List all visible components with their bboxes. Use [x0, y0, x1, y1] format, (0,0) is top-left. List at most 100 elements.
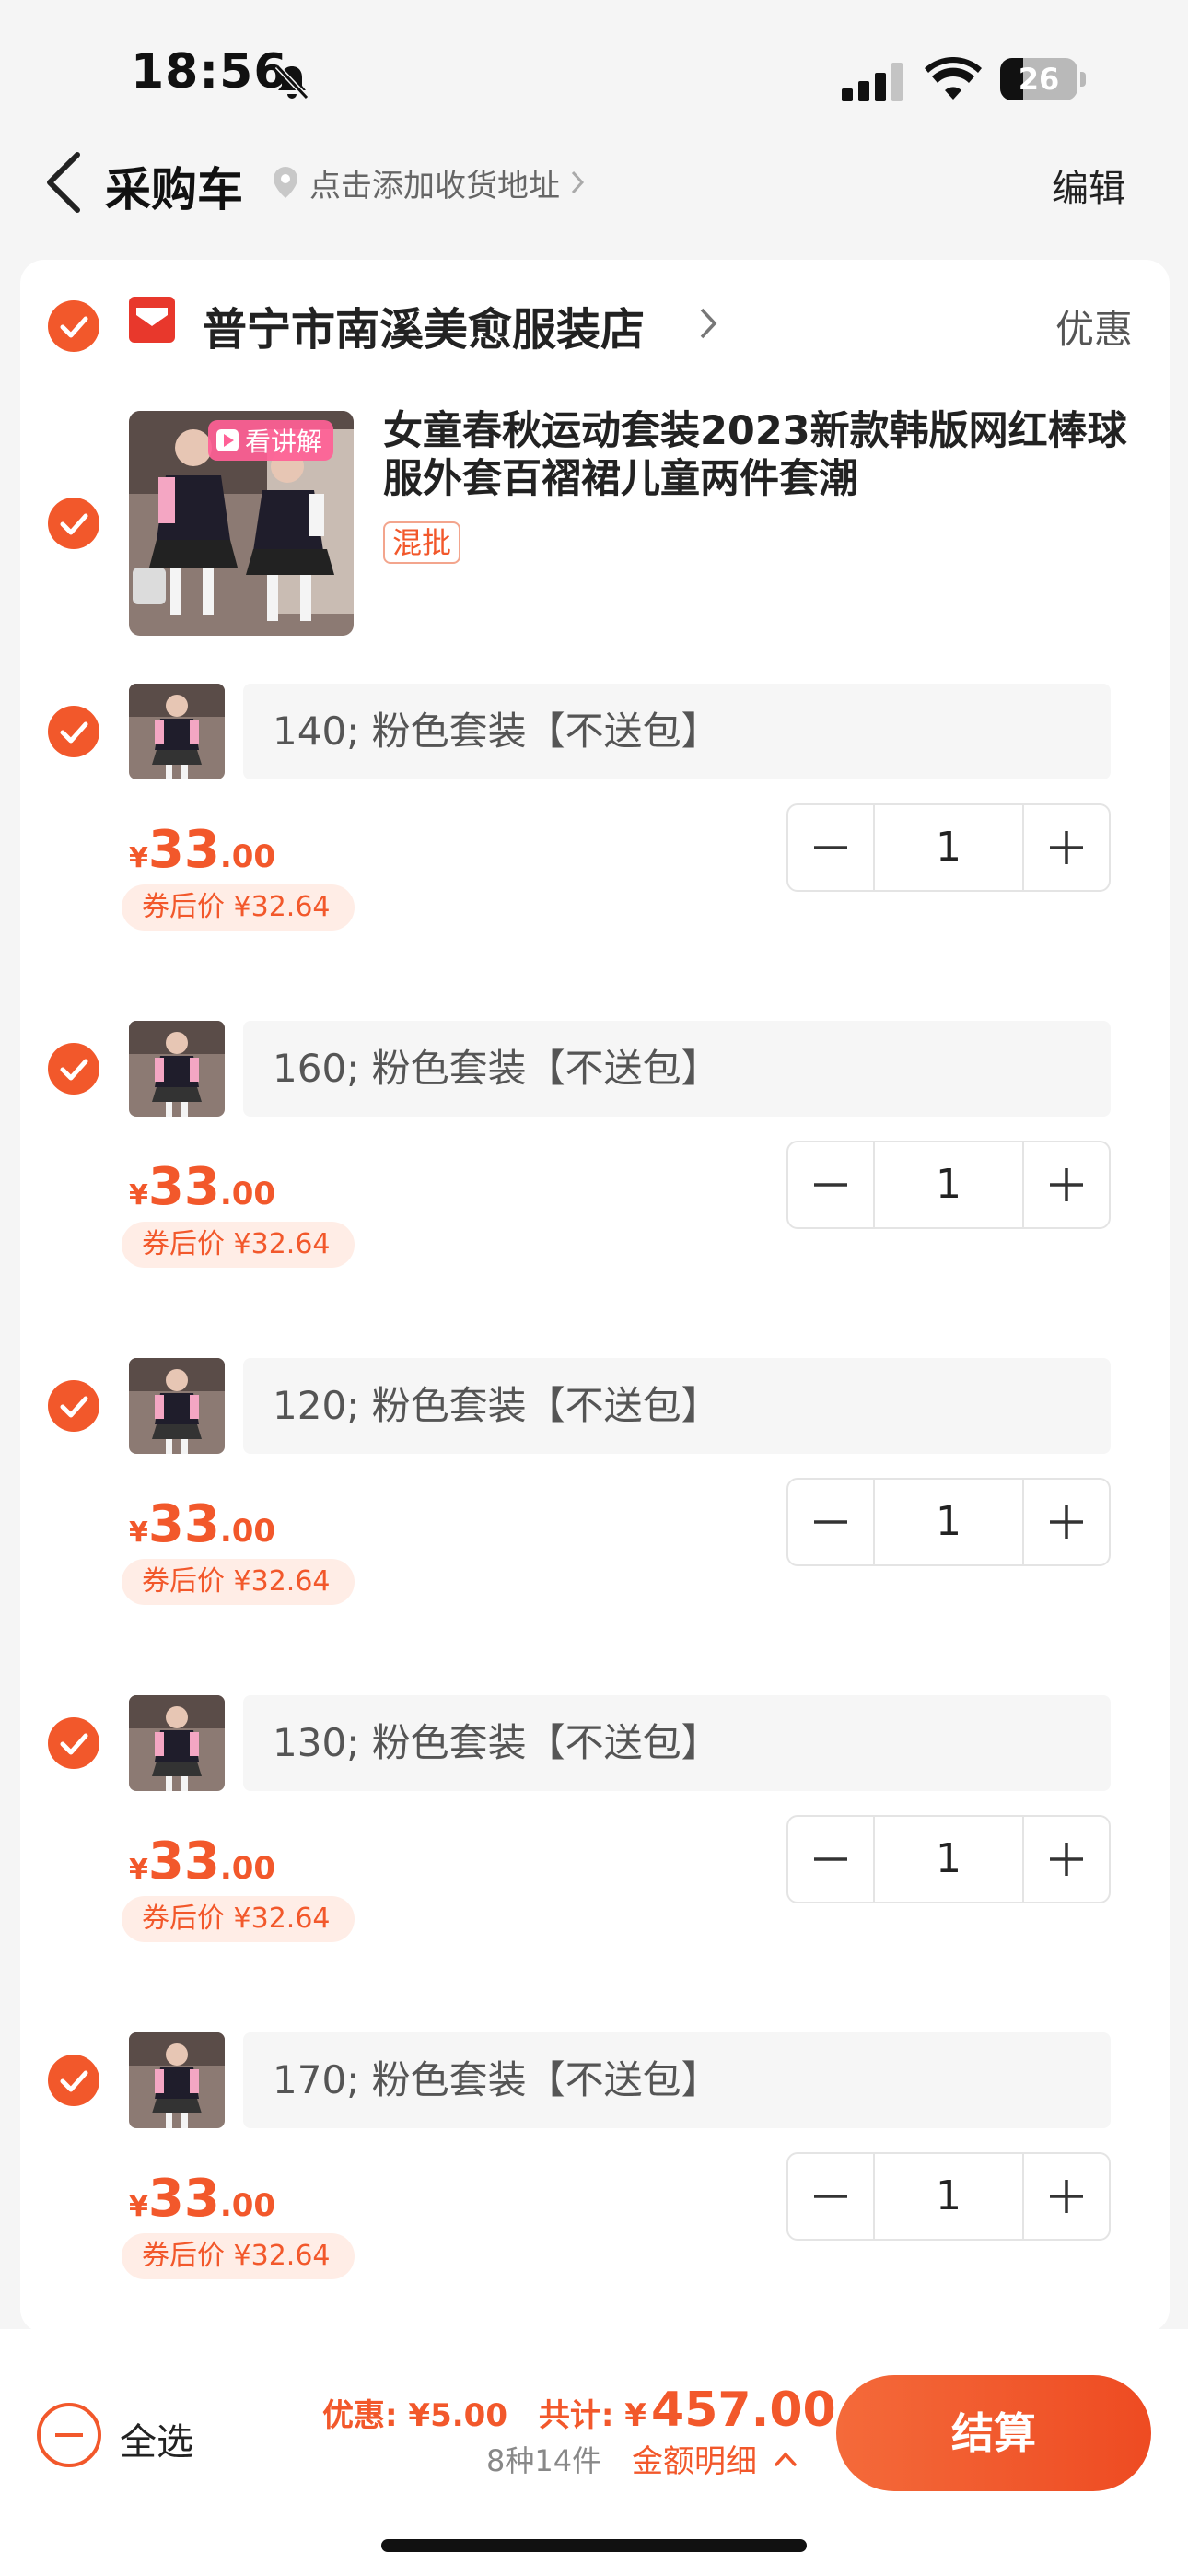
- increase-button[interactable]: [1024, 2154, 1109, 2239]
- chevron-right-icon[interactable]: [698, 306, 718, 341]
- increase-button[interactable]: [1024, 1480, 1109, 1564]
- sku-thumbnail[interactable]: [129, 1021, 225, 1117]
- coupon-price-badge: 券后价 ¥32.64: [122, 884, 355, 931]
- sku-spec[interactable]: 170; 粉色套装【不送包】: [243, 2032, 1111, 2128]
- sku-spec[interactable]: 120; 粉色套装【不送包】: [243, 1358, 1111, 1454]
- sku-thumbnail[interactable]: [129, 2032, 225, 2128]
- store-card: 普宁市南溪美愈服装店 优惠 看讲解 女童春秋运动套装2023新款韩版网红棒球服外…: [20, 260, 1170, 2333]
- coupon-price-badge: 券后价 ¥32.64: [122, 1896, 355, 1942]
- price-decimal: .00: [219, 1176, 276, 1212]
- play-icon: [216, 429, 239, 451]
- increase-button[interactable]: [1024, 1142, 1109, 1227]
- increase-button[interactable]: [1024, 805, 1109, 890]
- plus-icon: [1050, 2180, 1083, 2213]
- quantity-value[interactable]: 1: [873, 1817, 1024, 1902]
- sku-row: 130; 粉色套装【不送包】 ¥33.00 券后价 ¥32.64 1: [20, 1695, 1170, 1996]
- discount-amount: 优惠: ¥5.00: [322, 2397, 507, 2434]
- amount-detail-link[interactable]: 金额明细: [632, 2436, 799, 2481]
- price-decimal: .00: [219, 2187, 276, 2224]
- sku-checkbox[interactable]: [48, 2055, 99, 2106]
- decrease-button[interactable]: [788, 805, 873, 890]
- price-decimal: .00: [219, 1850, 276, 1887]
- checkmark-icon: [60, 721, 88, 744]
- sku-checkbox[interactable]: [48, 706, 99, 757]
- sku-spec[interactable]: 130; 粉色套装【不送包】: [243, 1695, 1111, 1791]
- decrease-button[interactable]: [788, 1480, 873, 1564]
- sku-thumbnail[interactable]: [129, 1358, 225, 1454]
- sku-checkbox[interactable]: [48, 1380, 99, 1432]
- checkout-button[interactable]: 结算: [836, 2375, 1151, 2491]
- price-currency: ¥: [129, 842, 148, 874]
- product-title[interactable]: 女童春秋运动套装2023新款韩版网红棒球服外套百褶裙儿童两件套潮: [383, 407, 1157, 503]
- sku-thumbnail[interactable]: [129, 1695, 225, 1791]
- price-currency: ¥: [129, 2191, 148, 2223]
- sku-checkbox[interactable]: [48, 1717, 99, 1769]
- coupon-price-badge: 券后价 ¥32.64: [122, 2233, 355, 2279]
- sku-row: 120; 粉色套装【不送包】 ¥33.00 券后价 ¥32.64 1: [20, 1358, 1170, 1658]
- add-address-link[interactable]: 点击添加收货地址: [271, 164, 586, 205]
- increase-button[interactable]: [1024, 1817, 1109, 1902]
- price-currency: ¥: [129, 1516, 148, 1549]
- minus-icon: [814, 2195, 847, 2198]
- coupon-price-badge: 券后价 ¥32.64: [122, 1559, 355, 1605]
- store-checkbox[interactable]: [48, 300, 99, 352]
- quantity-stepper[interactable]: 1: [786, 803, 1111, 892]
- sku-spec[interactable]: 160; 粉色套装【不送包】: [243, 1021, 1111, 1117]
- minus-icon: [814, 1857, 847, 1861]
- decrease-button[interactable]: [788, 1142, 873, 1227]
- page-title: 采购车: [105, 163, 243, 217]
- checkmark-icon: [60, 2070, 88, 2092]
- sku-price: ¥33.00: [129, 2169, 275, 2229]
- store-name[interactable]: 普宁市南溪美愈服装店: [203, 293, 645, 357]
- quantity-value[interactable]: 1: [873, 2154, 1024, 2239]
- store-promo-link[interactable]: 优惠: [1055, 299, 1133, 355]
- select-all-checkbox[interactable]: [37, 2403, 101, 2467]
- edit-button[interactable]: 编辑: [1052, 158, 1125, 212]
- select-all-label[interactable]: 全选: [120, 2412, 193, 2465]
- plus-icon: [1050, 1505, 1083, 1539]
- product-image[interactable]: 看讲解: [129, 411, 354, 636]
- price-currency: ¥: [129, 1854, 148, 1886]
- chevron-up-icon: [775, 2451, 797, 2466]
- amount-detail-label: 金额明细: [632, 2443, 757, 2480]
- status-time: 18:56: [131, 44, 288, 100]
- price-currency: ¥: [129, 1179, 148, 1212]
- quantity-stepper[interactable]: 1: [786, 1141, 1111, 1229]
- video-badge-label: 看讲解: [245, 427, 323, 457]
- home-indicator: [381, 2539, 807, 2552]
- chevron-right-icon: [571, 170, 585, 194]
- quantity-value[interactable]: 1: [873, 1480, 1024, 1564]
- video-badge[interactable]: 看讲解: [208, 420, 334, 461]
- wifi-icon: [925, 57, 982, 100]
- decrease-button[interactable]: [788, 1817, 873, 1902]
- checkmark-icon: [60, 1733, 88, 1755]
- price-integer: 33: [147, 1494, 220, 1554]
- quantity-stepper[interactable]: 1: [786, 1478, 1111, 1566]
- coupon-price-badge: 券后价 ¥32.64: [122, 1222, 355, 1268]
- minus-icon: [814, 1520, 847, 1524]
- total-amount: 457.00: [651, 2383, 836, 2438]
- total-label: 共计: ¥: [538, 2397, 646, 2434]
- minus-icon: [814, 1183, 847, 1187]
- price-integer: 33: [147, 1157, 220, 1217]
- sku-price: ¥33.00: [129, 820, 275, 880]
- sku-spec[interactable]: 140; 粉色套装【不送包】: [243, 684, 1111, 779]
- quantity-value[interactable]: 1: [873, 805, 1024, 890]
- checkmark-icon: [60, 1059, 88, 1081]
- price-decimal: .00: [219, 1513, 276, 1550]
- quantity-stepper[interactable]: 1: [786, 1815, 1111, 1903]
- price-integer: 33: [147, 2169, 220, 2229]
- sku-checkbox[interactable]: [48, 1043, 99, 1095]
- checkmark-icon: [60, 1396, 88, 1418]
- quantity-stepper[interactable]: 1: [786, 2152, 1111, 2241]
- decrease-button[interactable]: [788, 2154, 873, 2239]
- product-tag: 混批: [383, 521, 461, 564]
- quantity-value[interactable]: 1: [873, 1142, 1024, 1227]
- minus-icon: [814, 846, 847, 849]
- sku-thumbnail[interactable]: [129, 684, 225, 779]
- location-pin-icon: [274, 167, 297, 198]
- back-chevron-icon[interactable]: [42, 149, 85, 216]
- product-checkbox[interactable]: [48, 498, 99, 549]
- signal-icon: [842, 63, 903, 101]
- status-bar: 18:56 26: [0, 0, 1188, 147]
